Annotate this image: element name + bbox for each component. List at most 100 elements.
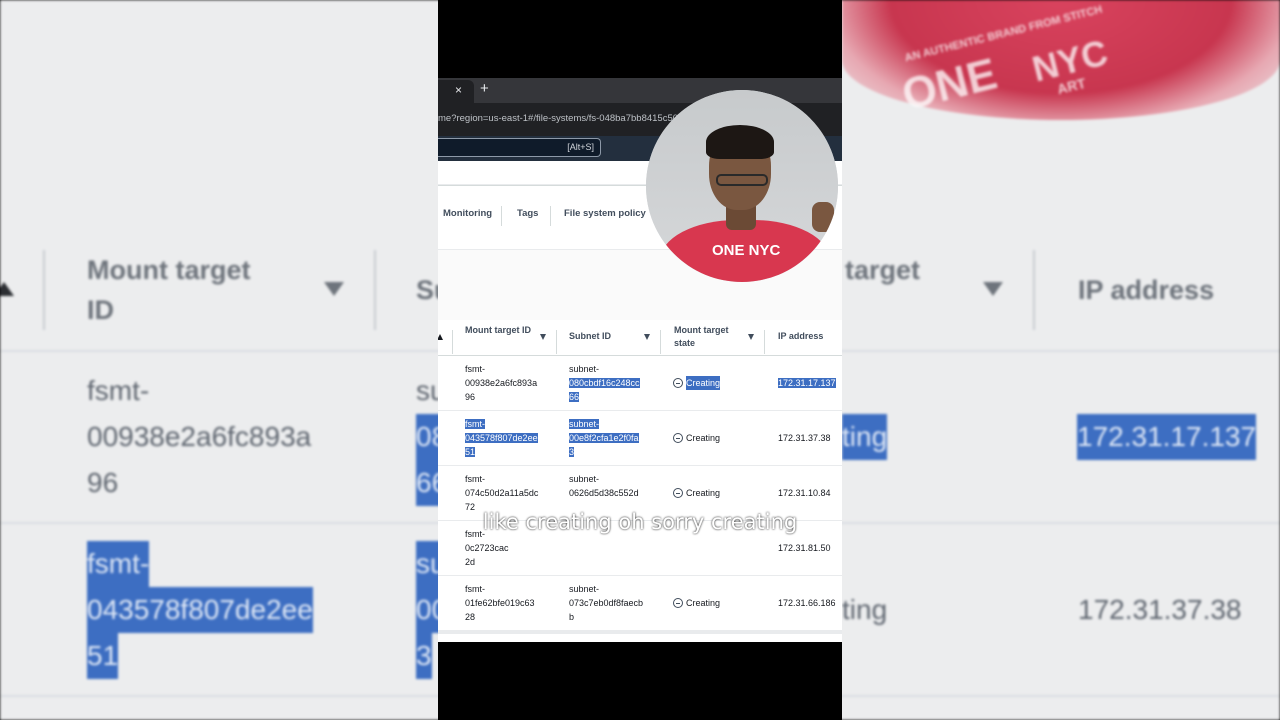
table-row[interactable]: fsmt- 043578f807de2ee 51 subnet- 00e8f2c… xyxy=(438,411,842,466)
cell-text: subnet- xyxy=(569,364,600,374)
tab-monitoring[interactable]: Monitoring xyxy=(443,208,492,219)
cell-text: 28 xyxy=(465,612,476,622)
pending-status-icon xyxy=(673,378,683,388)
status-text: Creating xyxy=(686,488,721,498)
mount-target-id-cell: fsmt- 01fe62bfe019c63 28 xyxy=(465,582,545,624)
filter-dropdown-icon[interactable] xyxy=(748,334,754,340)
cell-text: 96 xyxy=(465,392,476,402)
bg-filter-icon xyxy=(324,282,344,296)
sort-ascending-icon[interactable] xyxy=(438,334,443,340)
selected-text: 00e8f2cfa1e2f0fa xyxy=(569,433,639,443)
aws-search-input[interactable]: [Alt+S] xyxy=(438,138,601,157)
bg-header-mount-1: Mount target xyxy=(87,255,251,285)
tab-divider xyxy=(550,206,551,226)
column-divider xyxy=(764,330,765,354)
bg-row1-id-b: 00938e2a6fc893a xyxy=(87,421,312,452)
mount-target-id-cell: fsmt- 043578f807de2ee 51 xyxy=(465,417,545,459)
column-divider xyxy=(556,330,557,354)
bg-row2-id-b: 043578f807de2ee xyxy=(87,587,313,633)
column-divider xyxy=(660,330,661,354)
tab-file-system-policy[interactable]: File system policy xyxy=(564,208,646,219)
selected-text: 3 xyxy=(569,447,575,457)
bg-header-target: target xyxy=(845,255,921,285)
shirt-logo: ONE NYC xyxy=(712,242,781,259)
bg-state-frag-1: ting xyxy=(842,414,888,460)
status-text: Creating xyxy=(686,598,721,608)
column-divider xyxy=(452,330,453,354)
bg-header-ip: IP address xyxy=(1078,275,1215,305)
column-header-mount-target-id[interactable]: Mount target ID xyxy=(465,324,535,337)
tab-divider xyxy=(501,206,502,226)
mount-target-id-cell: fsmt- 00938e2a6fc893a 96 xyxy=(465,362,545,404)
bg-row2-id-c: 51 xyxy=(87,633,119,679)
column-header-mount-target-state[interactable]: Mount target state xyxy=(674,324,740,350)
search-shortcut-hint: [Alt+S] xyxy=(567,142,594,152)
state-cell: Creating xyxy=(673,486,763,500)
bg-sort-icon xyxy=(0,282,14,296)
cell-text: 172.31.66.186 xyxy=(778,598,836,608)
bg-subnet-frag-6: 3 xyxy=(416,633,432,679)
bg-divider xyxy=(1033,250,1035,330)
pending-status-icon xyxy=(673,433,683,443)
subnet-id-cell: subnet- 00e8f2cfa1e2f0fa 3 xyxy=(569,417,651,459)
state-cell: Creating xyxy=(673,431,763,445)
selected-text: fsmt- xyxy=(465,419,485,429)
cell-text: 00938e2a6fc893a xyxy=(465,378,538,388)
pending-status-icon xyxy=(673,488,683,498)
subnet-id-cell: subnet- 073c7eb0df8faecb b xyxy=(569,582,651,624)
bg-state-frag-2: ting xyxy=(842,594,888,625)
close-tab-icon[interactable]: × xyxy=(455,83,462,97)
filter-dropdown-icon[interactable] xyxy=(540,334,546,340)
ip-address-cell: 172.31.66.186 xyxy=(778,596,842,610)
bg-divider xyxy=(43,250,45,330)
filter-dropdown-icon[interactable] xyxy=(644,334,650,340)
cell-text: fsmt- xyxy=(465,364,485,374)
browser-tab[interactable]: × xyxy=(438,80,474,103)
shirt-graphic: AN AUTHENTIC BRAND FROM STITCH ONE NYC A… xyxy=(842,0,1280,120)
selected-text: 043578f807de2ee xyxy=(465,433,538,443)
selected-text: 172.31.17.137 xyxy=(778,378,836,388)
bg-filter-icon-2 xyxy=(983,282,1003,296)
selected-text: 66 xyxy=(569,392,580,402)
status-text: Creating xyxy=(686,376,721,390)
cell-text: 01fe62bfe019c63 xyxy=(465,598,535,608)
selected-text: subnet- xyxy=(569,419,600,429)
bg-row2-id-a: fsmt- xyxy=(87,541,150,587)
cell-text: 074c50d2a11a5dc xyxy=(465,488,539,498)
cell-text: fsmt- xyxy=(465,584,485,594)
cell-text: 2d xyxy=(465,557,476,567)
webcam-overlay: ONE NYC xyxy=(646,90,838,282)
cell-text: 0c2723cac xyxy=(465,543,509,553)
cell-text: 172.31.10.84 xyxy=(778,488,831,498)
presenter-hand xyxy=(812,202,834,232)
cell-text: 073c7eb0df8faecb xyxy=(569,598,644,608)
cell-text: 172.31.37.38 xyxy=(778,433,831,443)
tab-tags[interactable]: Tags xyxy=(517,208,538,219)
new-tab-icon[interactable]: + xyxy=(480,80,489,97)
pending-status-icon xyxy=(673,598,683,608)
table-row[interactable]: fsmt- 00938e2a6fc893a 96 subnet- 080cbdf… xyxy=(438,356,842,411)
cell-text: subnet- xyxy=(569,474,600,484)
ip-address-cell: 172.31.10.84 xyxy=(778,486,842,500)
cell-text: b xyxy=(569,612,575,622)
selected-text: 080cbdf16c248cc xyxy=(569,378,640,388)
cell-text: 0626d5d38c552d xyxy=(569,488,639,498)
presenter-glasses xyxy=(716,174,768,186)
mount-target-id-cell: fsmt- 074c50d2a11a5dc 72 xyxy=(465,472,545,514)
cell-text: subnet- xyxy=(569,584,600,594)
bg-row1-id-a: fsmt- xyxy=(87,375,150,406)
presenter-hair xyxy=(706,125,774,159)
bg-ip-2: 172.31.37.38 xyxy=(1078,594,1242,625)
mount-targets-table-body: fsmt- 00938e2a6fc893a 96 subnet- 080cbdf… xyxy=(438,356,842,631)
column-header-subnet-id[interactable]: Subnet ID xyxy=(569,330,639,343)
ip-address-cell: 172.31.17.137 xyxy=(778,376,842,390)
selected-text: 51 xyxy=(465,447,476,457)
ip-address-cell: 172.31.37.38 xyxy=(778,431,842,445)
bg-row1-id-c: 96 xyxy=(87,467,119,498)
column-header-ip-address[interactable]: IP address xyxy=(778,330,842,343)
table-bottom-border xyxy=(438,630,842,634)
bg-header-mount-2: ID xyxy=(87,295,114,325)
table-row[interactable]: fsmt- 01fe62bfe019c63 28 subnet- 073c7eb… xyxy=(438,576,842,631)
ip-address-cell: 172.31.81.50 xyxy=(778,541,842,555)
video-frame: AN AUTHENTIC BRAND FROM STITCH ONE NYC A… xyxy=(0,0,1280,720)
